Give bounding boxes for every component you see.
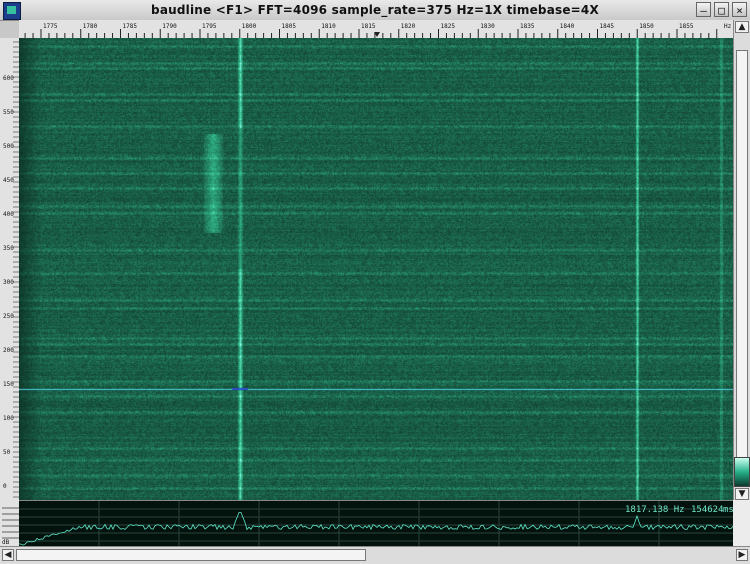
- vertical-scroll-thumb[interactable]: [736, 50, 748, 474]
- time-axis: 600550500450400350300250200150100500: [0, 38, 20, 500]
- time-tick-label: 350: [3, 245, 14, 252]
- time-tick-label: 200: [3, 347, 14, 354]
- scroll-up-button[interactable]: ▲: [735, 21, 749, 33]
- color-palette-bar[interactable]: [734, 457, 750, 487]
- spectrum-trace-display[interactable]: 1817.138 Hz 154624 ms: [19, 500, 733, 547]
- freq-tick-label: 1815: [361, 23, 376, 30]
- time-tick-label: 550: [3, 109, 14, 116]
- scroll-right-button[interactable]: ▶: [736, 549, 748, 561]
- freq-tick-label: 1830: [480, 23, 495, 30]
- time-tick-label: 150: [3, 381, 14, 388]
- vertical-scrollbar[interactable]: ▲ ▼: [733, 20, 750, 500]
- time-tick-label: 500: [3, 143, 14, 150]
- time-tick-label: 450: [3, 177, 14, 184]
- time-tick-label: 300: [3, 279, 14, 286]
- time-tick-label: 250: [3, 313, 14, 320]
- time-tick-label: 400: [3, 211, 14, 218]
- freq-unit-label: Hz: [724, 23, 732, 30]
- freq-tick-label: 1780: [83, 23, 98, 30]
- horizontal-scrollbar[interactable]: ◀ ▶: [0, 546, 750, 564]
- title-bar[interactable]: baudline <F1> FFT=4096 sample_rate=375 H…: [0, 0, 750, 21]
- freq-tick-label: 1840: [560, 23, 575, 30]
- freq-tick-label: 1795: [202, 23, 217, 30]
- spectrum-db-axis: dB: [0, 500, 20, 546]
- window-title: baudline <F1> FFT=4096 sample_rate=375 H…: [151, 3, 599, 17]
- freq-tick-label: 1820: [401, 23, 416, 30]
- freq-tick-label: 1800: [242, 23, 257, 30]
- scroll-left-button[interactable]: ◀: [2, 549, 14, 561]
- baudline-window: baudline <F1> FFT=4096 sample_rate=375 H…: [0, 0, 750, 564]
- horizontal-scroll-thumb[interactable]: [16, 549, 366, 561]
- freq-tick-label: 1835: [520, 23, 535, 30]
- sample-count-readout: 154624: [691, 505, 724, 515]
- time-tick-label: 100: [3, 415, 14, 422]
- db-axis-label: dB: [2, 539, 10, 546]
- peak-frequency-readout: 1817.138 Hz: [625, 505, 685, 515]
- spectrum-side-panel: [733, 500, 750, 546]
- freq-tick-label: 1790: [162, 23, 177, 30]
- time-tick-label: 600: [3, 75, 14, 82]
- frequency-ruler[interactable]: 1775 1780 1785 1790 1795 1800 1805 1810 1815 1820…: [19, 20, 733, 39]
- freq-tick-label: 1855: [679, 23, 694, 30]
- freq-tick-label: 1805: [282, 23, 297, 30]
- sample-unit-readout: ms: [723, 505, 733, 515]
- freq-tick-label: 1810: [321, 23, 336, 30]
- freq-tick-label: 1825: [441, 23, 456, 30]
- freq-tick-label: 1785: [123, 23, 138, 30]
- freq-tick-label: 1775: [43, 23, 58, 30]
- time-tick-label: 0: [3, 483, 7, 490]
- scroll-down-button[interactable]: ▼: [735, 488, 749, 500]
- time-tick-label: 50: [3, 449, 11, 456]
- freq-tick-label: 1850: [639, 23, 654, 30]
- close-button[interactable]: ×: [732, 2, 747, 17]
- spectrogram-display[interactable]: [19, 38, 733, 500]
- minimize-button[interactable]: –: [696, 2, 711, 17]
- maximize-button[interactable]: □: [714, 2, 729, 17]
- freq-tick-label: 1845: [600, 23, 615, 30]
